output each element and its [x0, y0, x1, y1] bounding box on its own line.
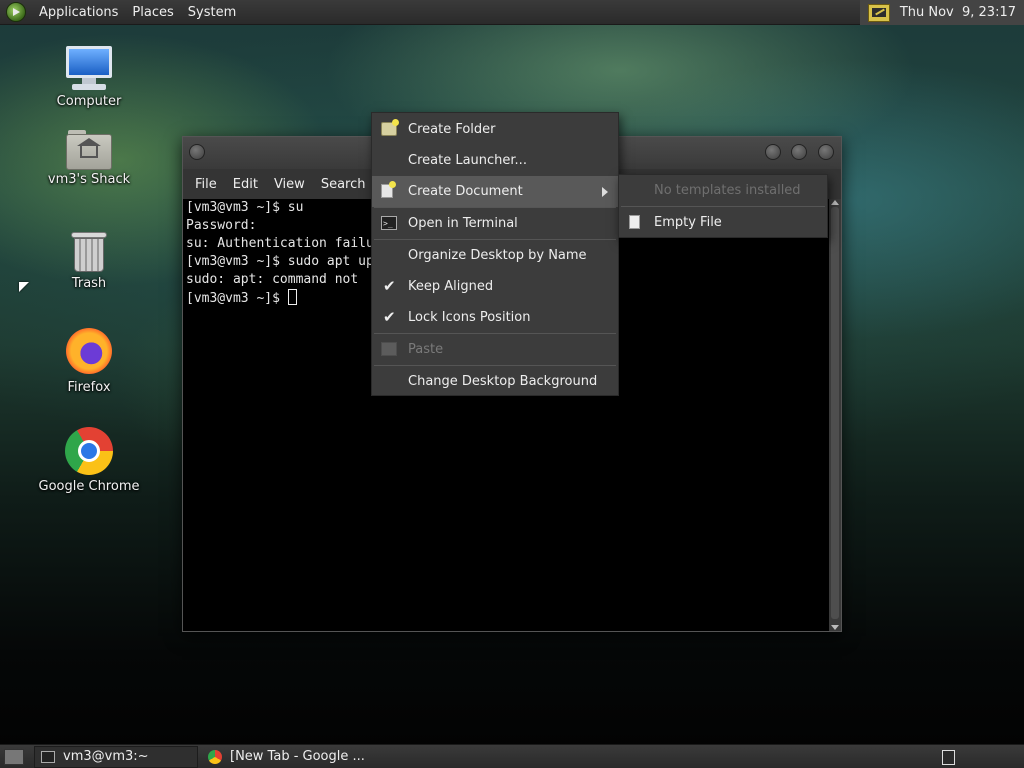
- desktop-icon-trash[interactable]: Trash: [29, 230, 149, 291]
- top-panel: Applications Places System Thu Nov 9, 23…: [0, 0, 1024, 25]
- menu-item-open-in-terminal[interactable]: Open in Terminal: [372, 208, 618, 239]
- places-menu[interactable]: Places: [125, 0, 180, 25]
- taskbar-item-terminal[interactable]: vm3@vm3:~: [34, 745, 198, 768]
- show-desktop-button[interactable]: [4, 748, 24, 765]
- menu-item-change-background[interactable]: Change Desktop Background: [372, 366, 618, 397]
- new-document-icon: [381, 181, 396, 198]
- desktop-icon-label: Firefox: [67, 380, 111, 395]
- clock[interactable]: Thu Nov 9, 23:17: [900, 5, 1016, 20]
- trash-icon: [71, 230, 107, 274]
- menu-item-label: Open in Terminal: [408, 216, 518, 231]
- menu-item-label: No templates installed: [654, 183, 801, 198]
- create-document-submenu: No templates installed Empty File: [618, 174, 828, 238]
- panel-tray: Thu Nov 9, 23:17: [859, 0, 1024, 25]
- desktop-icon-label: Google Chrome: [38, 479, 140, 494]
- text-cursor: [287, 289, 297, 305]
- taskbar-item-label: [New Tab - Google ...: [230, 749, 365, 764]
- submenu-arrow-icon: [602, 187, 608, 197]
- firefox-icon: [66, 328, 112, 374]
- menu-item-label: Empty File: [654, 215, 722, 230]
- close-button[interactable]: [818, 144, 834, 160]
- chrome-icon: [208, 749, 222, 764]
- taskbar-item-label: vm3@vm3:~: [63, 749, 149, 764]
- desktop-icon-label: vm3's Shack: [47, 172, 131, 187]
- mouse-pointer-icon: [19, 282, 29, 292]
- minimize-button[interactable]: [765, 144, 781, 160]
- menu-item-label: Create Launcher...: [408, 153, 527, 168]
- menu-item-paste: Paste: [372, 334, 618, 365]
- menu-file[interactable]: File: [187, 177, 225, 192]
- new-folder-icon: [381, 119, 399, 136]
- menu-edit[interactable]: Edit: [225, 177, 266, 192]
- desktop-icon-label: Trash: [71, 276, 107, 291]
- terminal-icon: [41, 750, 55, 763]
- checkmark-icon: ✔: [383, 277, 396, 295]
- menu-item-label: Organize Desktop by Name: [408, 248, 587, 263]
- menu-item-no-templates: No templates installed: [619, 175, 827, 206]
- menu-item-label: Change Desktop Background: [408, 374, 598, 389]
- desktop-icon-home[interactable]: vm3's Shack: [29, 130, 149, 187]
- desktop-context-menu: Create Folder Create Launcher... Create …: [371, 112, 619, 396]
- menu-item-label: Keep Aligned: [408, 279, 494, 294]
- paste-icon: [381, 342, 397, 356]
- workspace-switcher[interactable]: [942, 750, 955, 765]
- desktop-icon-firefox[interactable]: Firefox: [29, 328, 149, 395]
- menu-item-empty-file[interactable]: Empty File: [619, 207, 827, 238]
- applications-menu[interactable]: Applications: [32, 0, 125, 25]
- menu-search[interactable]: Search: [313, 177, 374, 192]
- distro-logo-icon[interactable]: [6, 2, 26, 22]
- bottom-panel: vm3@vm3:~ [New Tab - Google ...: [0, 744, 1024, 768]
- menu-item-label: Paste: [408, 342, 444, 357]
- update-notifier-icon[interactable]: [867, 3, 890, 22]
- file-icon: [629, 215, 640, 229]
- scroll-down-icon[interactable]: [831, 625, 839, 630]
- scrollbar-thumb[interactable]: [831, 207, 839, 619]
- menu-item-organize-desktop[interactable]: Organize Desktop by Name: [372, 240, 618, 271]
- desktop-icon-label: Computer: [56, 94, 122, 109]
- menu-item-label: Create Document: [408, 184, 523, 199]
- window-menu-button[interactable]: [189, 144, 205, 160]
- menu-item-create-folder[interactable]: Create Folder: [372, 114, 618, 145]
- terminal-prompt: [vm3@vm3 ~]$: [186, 291, 288, 306]
- terminal-icon: [381, 208, 397, 239]
- system-menu[interactable]: System: [181, 0, 243, 25]
- menu-item-create-launcher[interactable]: Create Launcher...: [372, 145, 618, 176]
- scroll-up-icon[interactable]: [831, 200, 839, 205]
- desktop-icon-computer[interactable]: Computer: [29, 46, 149, 109]
- menu-item-create-document[interactable]: Create Document: [372, 176, 618, 207]
- computer-icon: [64, 46, 114, 92]
- home-folder-icon: [66, 130, 112, 170]
- menu-item-label: Create Folder: [408, 122, 496, 137]
- terminal-scrollbar[interactable]: [829, 199, 841, 631]
- menu-view[interactable]: View: [266, 177, 313, 192]
- menu-item-keep-aligned[interactable]: ✔ Keep Aligned: [372, 271, 618, 302]
- menu-item-lock-icons[interactable]: ✔ Lock Icons Position: [372, 302, 618, 333]
- taskbar-item-chrome[interactable]: [New Tab - Google ...: [202, 746, 402, 768]
- chrome-icon: [65, 427, 113, 475]
- menu-item-label: Lock Icons Position: [408, 310, 531, 325]
- desktop-icon-chrome[interactable]: Google Chrome: [29, 427, 149, 494]
- checkmark-icon: ✔: [383, 308, 396, 326]
- maximize-button[interactable]: [791, 144, 807, 160]
